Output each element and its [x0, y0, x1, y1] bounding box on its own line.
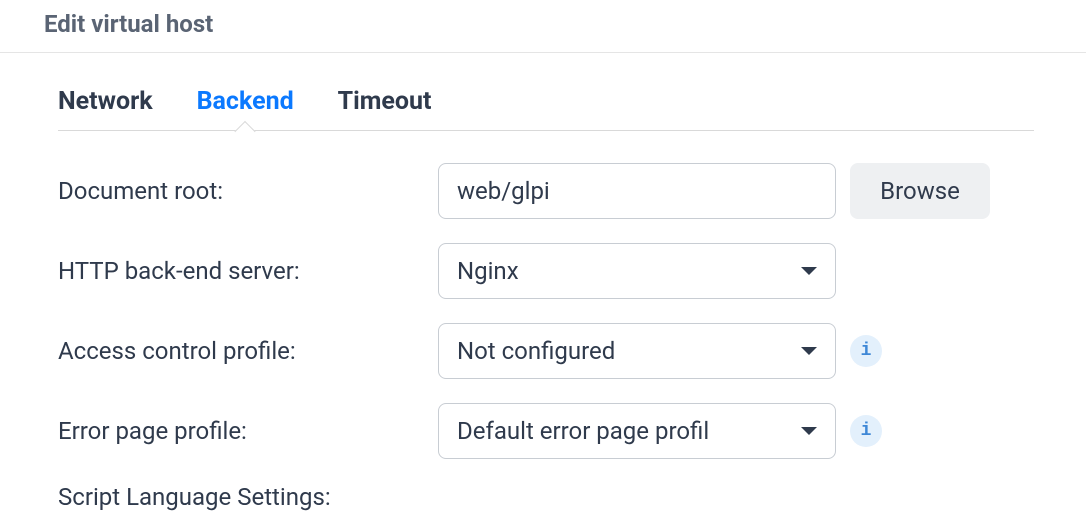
row-script-lang: Script Language Settings:: [58, 483, 1034, 511]
content-wrap: Network Backend Timeout Document root: B…: [0, 87, 1086, 511]
select-error-page-value: Default error page profil: [457, 417, 709, 445]
select-access-control[interactable]: Not configured: [438, 323, 836, 379]
row-error-page: Error page profile: Default error page p…: [58, 403, 1034, 459]
input-document-root[interactable]: [438, 163, 836, 219]
select-error-page[interactable]: Default error page profil: [438, 403, 836, 459]
select-http-backend[interactable]: Nginx: [438, 243, 836, 299]
tab-bar: Network Backend Timeout: [58, 87, 1034, 131]
form-rows: Document root: Browse HTTP back-end serv…: [58, 131, 1034, 511]
row-http-backend: HTTP back-end server: Nginx: [58, 243, 1034, 299]
caret-down-icon: [801, 347, 817, 355]
browse-button[interactable]: Browse: [850, 163, 990, 219]
select-http-backend-value: Nginx: [457, 257, 519, 285]
dialog-title: Edit virtual host: [44, 10, 1052, 38]
dialog-header: Edit virtual host: [0, 0, 1086, 53]
caret-down-icon: [801, 267, 817, 275]
row-document-root: Document root: Browse: [58, 163, 1034, 219]
select-access-control-value: Not configured: [457, 337, 615, 365]
tab-network[interactable]: Network: [58, 87, 153, 130]
caret-down-icon: [801, 427, 817, 435]
label-access-control: Access control profile:: [58, 337, 438, 365]
label-http-backend: HTTP back-end server:: [58, 257, 438, 285]
label-script-lang: Script Language Settings:: [58, 483, 438, 511]
label-error-page: Error page profile:: [58, 417, 438, 445]
label-document-root: Document root:: [58, 177, 438, 205]
info-icon[interactable]: i: [850, 415, 882, 447]
tab-backend[interactable]: Backend: [197, 87, 294, 130]
info-icon[interactable]: i: [850, 335, 882, 367]
tab-timeout[interactable]: Timeout: [338, 87, 432, 130]
row-access-control: Access control profile: Not configured i: [58, 323, 1034, 379]
